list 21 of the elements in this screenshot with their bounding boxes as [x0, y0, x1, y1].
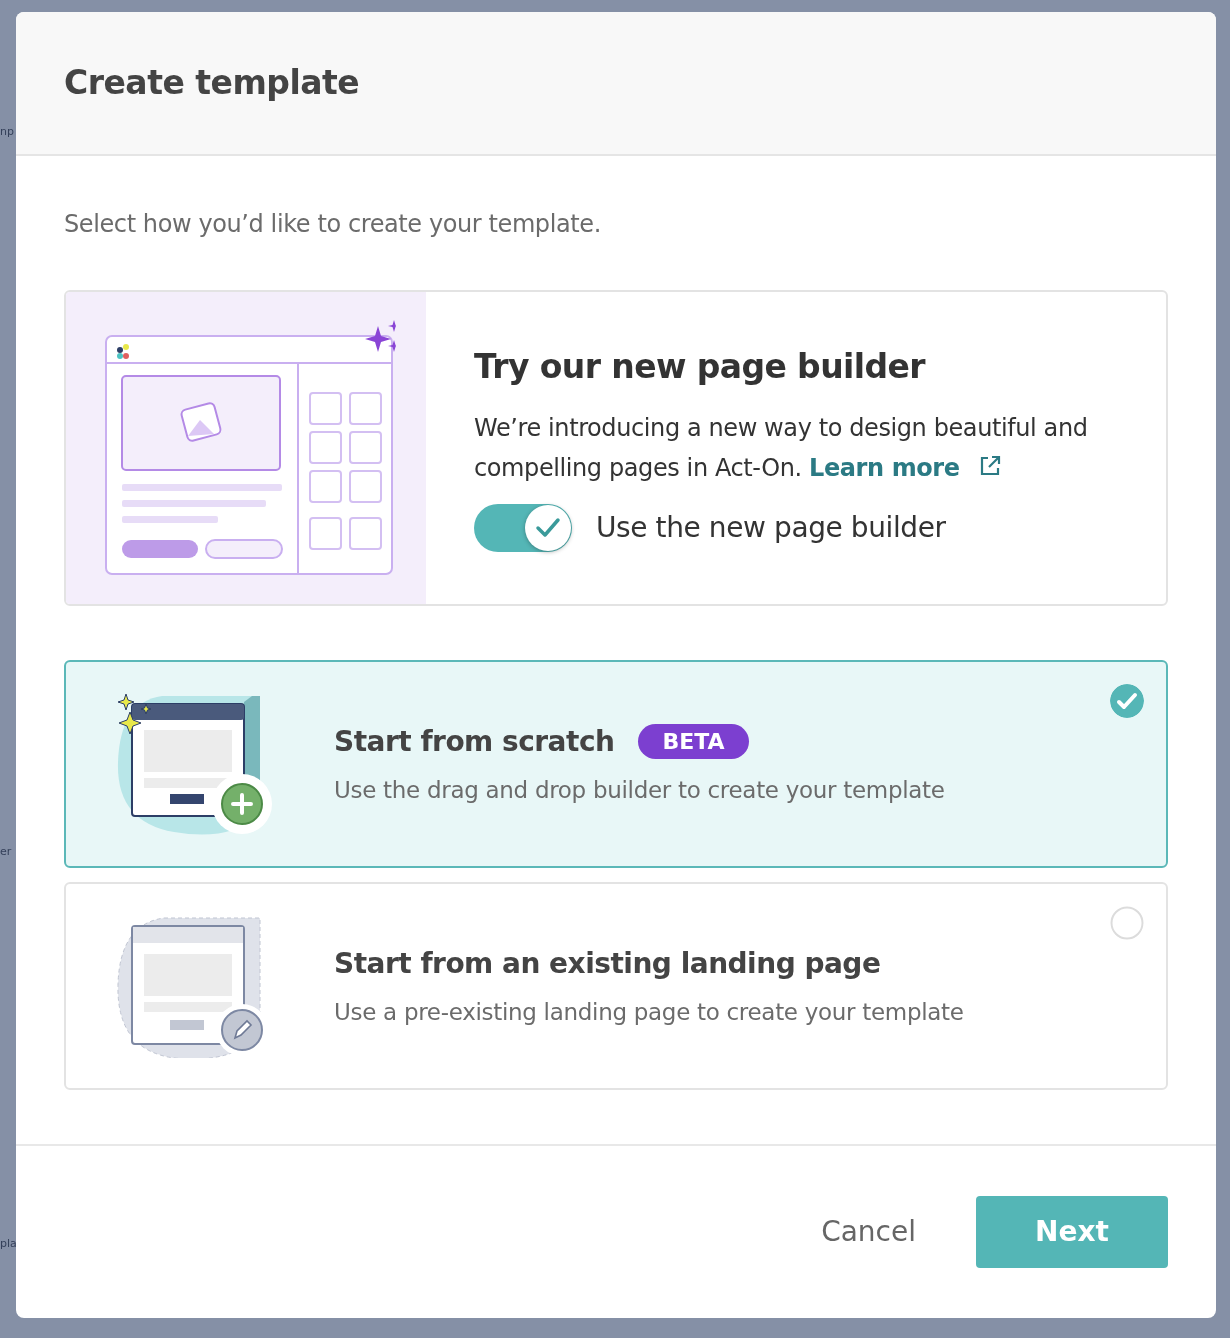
option-title: Start from an existing landing page — [334, 945, 881, 982]
intro-text: Select how you’d like to create your template. — [64, 209, 602, 240]
promo-description: We’re introducing a new way to design beautiful and compelling pages in Act-On. Learn more — [474, 412, 1089, 484]
radio-button[interactable] — [1110, 906, 1144, 940]
selected-check-icon — [1110, 684, 1144, 718]
background-text: np — [0, 124, 14, 140]
background-text: pla — [0, 1236, 17, 1252]
toggle-switch[interactable] — [474, 503, 572, 552]
option-card[interactable]: Start from scratch BETA Use the drag and drop builder to create your template — [64, 660, 1168, 868]
cancel-button[interactable]: Cancel — [821, 1201, 916, 1263]
background-text: er — [0, 844, 12, 860]
option-title: Start from scratch — [334, 723, 615, 760]
learn-more-link[interactable]: Learn more — [809, 453, 1002, 482]
dialog-title: Create template — [64, 63, 360, 103]
option-card[interactable]: Start from an existing landing page Use a pre-existing landing page to create your template — [64, 882, 1168, 1090]
check-icon — [535, 516, 561, 539]
promo-title: Try our new page builder — [474, 346, 927, 388]
option-description: Use the drag and drop builder to create your template — [334, 775, 945, 805]
beta-badge: BETA — [638, 724, 749, 760]
toggle-label: Use the new page builder — [596, 509, 946, 546]
option-description: Use a pre-existing landing page to create your template — [334, 997, 964, 1027]
